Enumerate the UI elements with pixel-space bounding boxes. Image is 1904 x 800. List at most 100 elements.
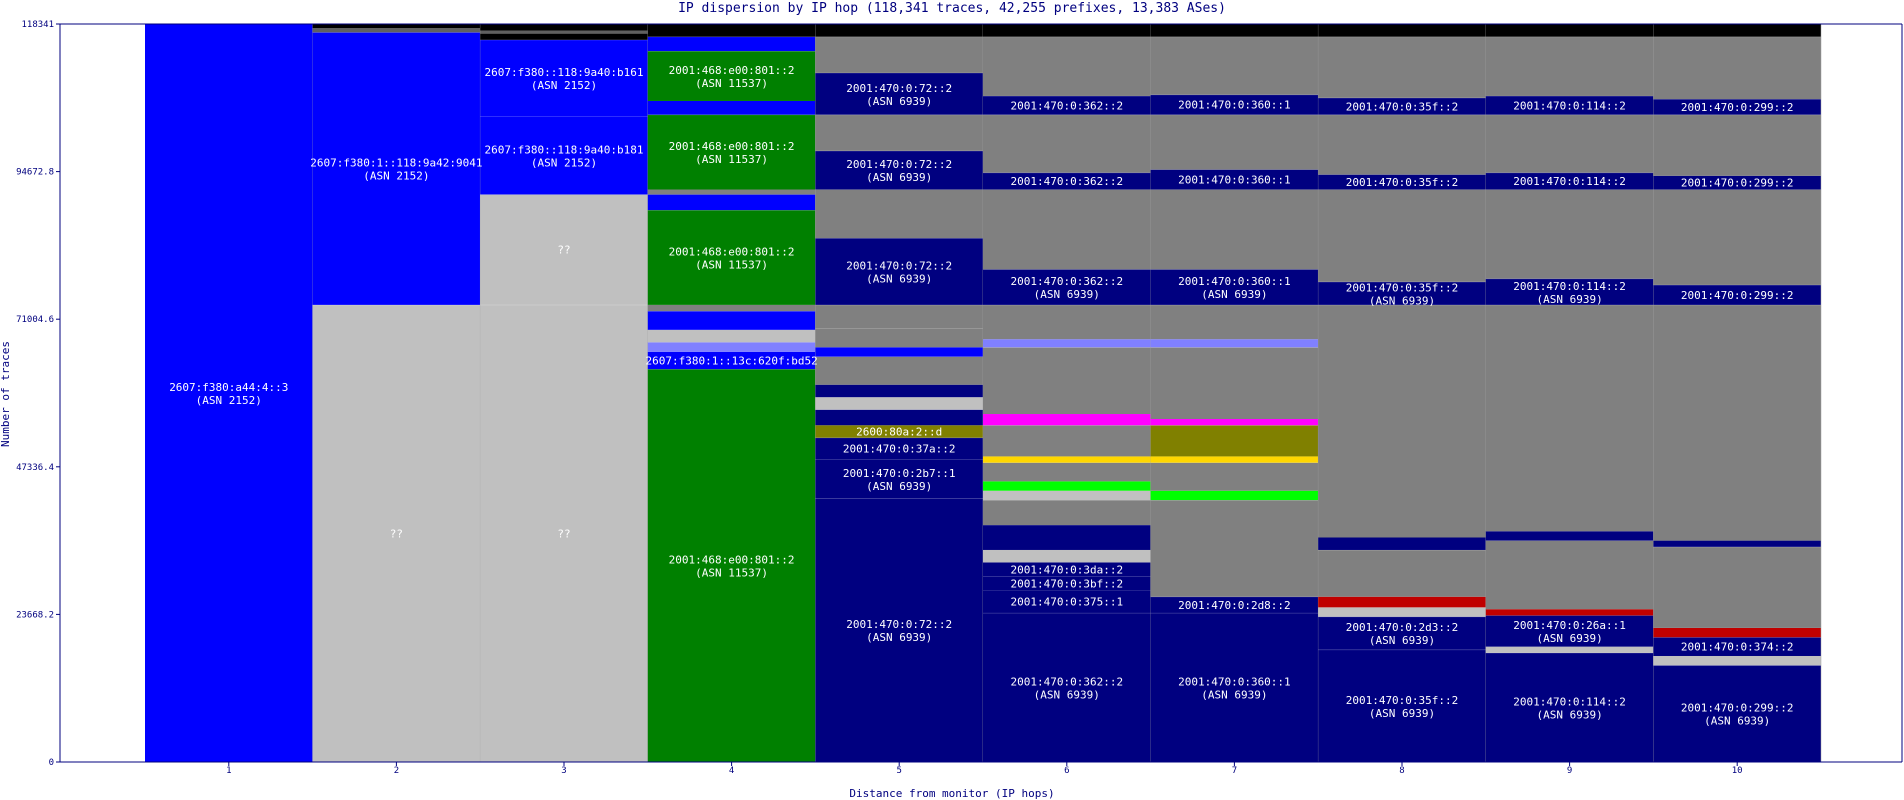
segment-label: 2001:470:0:114::2 (1513, 99, 1626, 112)
bar-hop-3 (480, 24, 649, 762)
bar-segment (815, 189, 983, 239)
ip-dispersion-chart: IP dispersion by IP hop (118,341 traces,… (0, 1, 1903, 800)
bar-segment (1318, 607, 1486, 617)
bar-segment (1318, 36, 1486, 98)
bar-segment (815, 36, 983, 73)
segment-label: 2001:470:0:362::2 (1011, 676, 1124, 689)
bar-segment (647, 342, 816, 352)
segment-asn-label: (ASN 6939) (1536, 632, 1602, 645)
bar-hop-8 (1318, 24, 1487, 762)
segment-asn-label: (ASN 6939) (1201, 689, 1267, 702)
bar-segment (983, 481, 1151, 491)
segment-label: 2607:f380:1::13c:620f:bd52 (646, 354, 818, 367)
segment-asn-label: (ASN 6939) (1034, 288, 1100, 301)
bar-segment (1318, 549, 1486, 597)
segment-label: 2607:f380::118:9a40:b181 (485, 144, 644, 157)
segment-asn-label: (ASN 11537) (695, 153, 768, 166)
segment-asn-label: (ASN 11537) (695, 77, 768, 90)
segment-label: 2001:470:0:114::2 (1513, 695, 1626, 708)
segment-label: 2001:470:0:360::1 (1178, 676, 1291, 689)
segment-label: 2001:470:0:375::1 (1011, 596, 1124, 609)
segment-label: 2001:470:0:3bf::2 (1011, 577, 1124, 590)
bar-segment (1653, 627, 1821, 638)
segment-label: 2001:470:0:299::2 (1681, 177, 1794, 190)
bar-segment (1485, 36, 1654, 96)
segment-asn-label: (ASN 2152) (196, 394, 262, 407)
segment-label: 2607:f380::118:9a40:b161 (485, 66, 644, 79)
bar-segment (1150, 24, 1319, 37)
bar-segment (1653, 540, 1821, 547)
chart-title: IP dispersion by IP hop (118,341 traces,… (678, 1, 1226, 16)
segment-label: 2001:470:0:35f::2 (1346, 281, 1459, 294)
segment-label: 2001:468:e00:801::2 (669, 554, 795, 567)
bar-segment (1485, 24, 1654, 37)
segment-label: 2001:470:0:35f::2 (1346, 694, 1459, 707)
bar-segment (647, 189, 816, 195)
bar-segment (1150, 500, 1319, 597)
bar-segment (1653, 189, 1821, 285)
bar-segment (983, 114, 1151, 173)
x-tick-label: 3 (561, 766, 566, 776)
segment-label: ?? (557, 244, 570, 257)
bar-segment (983, 339, 1151, 348)
segment-label: 2001:470:0:72::2 (846, 82, 952, 95)
bar-segment (647, 304, 816, 312)
bar-segment (1318, 189, 1486, 282)
segment-label: 2001:470:0:72::2 (846, 618, 952, 631)
segment-label: 2001:470:0:2d3::2 (1346, 621, 1459, 634)
bar-segment (1150, 114, 1319, 170)
segment-asn-label: (ASN 6939) (1369, 707, 1435, 720)
segment-label: 2607:f380:a44:4::3 (169, 381, 288, 394)
segment-label: 2001:468:e00:801::2 (669, 140, 795, 153)
segment-asn-label: (ASN 6939) (866, 273, 932, 286)
segment-label: 2001:470:0:2b7::1 (843, 467, 956, 480)
bar-segment (312, 24, 481, 28)
segment-label: 2001:470:0:299::2 (1681, 702, 1794, 715)
segment-label: 2001:470:0:3da::2 (1011, 563, 1124, 576)
segment-label: 2001:470:0:114::2 (1513, 175, 1626, 188)
bar-segment (983, 414, 1151, 426)
bar-segment (1653, 655, 1821, 666)
segment-label: 2001:470:0:26a::1 (1513, 619, 1626, 632)
bar-segment (983, 456, 1151, 463)
x-tick-label: 7 (1232, 766, 1237, 776)
segment-label: 2001:470:0:35f::2 (1346, 176, 1459, 189)
bar-segment (983, 36, 1151, 96)
bar-segment (1150, 189, 1319, 270)
segment-label: 2001:468:e00:801::2 (669, 246, 795, 259)
bar-segment (480, 33, 648, 40)
segment-label: 2001:470:0:37a::2 (843, 443, 956, 456)
segment-label: 2001:470:0:299::2 (1681, 101, 1794, 114)
bar-segment (1318, 596, 1486, 608)
segment-label: 2001:470:0:360::1 (1178, 99, 1291, 112)
bar-segment (647, 311, 816, 330)
bar-segment (1150, 304, 1319, 340)
segment-label: 2600:80a:2::d (856, 426, 942, 439)
bar-segment (1318, 24, 1486, 37)
x-tick-label: 1 (226, 766, 231, 776)
bar-segment (1150, 339, 1319, 348)
segment-asn-label: (ASN 2152) (531, 79, 597, 92)
bar-segment (815, 114, 983, 151)
segment-asn-label: (ASN 6939) (866, 480, 932, 493)
bar-segment (983, 24, 1151, 37)
segment-label: 2607:f380:1::118:9a42:9041 (310, 157, 482, 170)
bar-segment (815, 328, 983, 348)
bar-segment (983, 304, 1151, 340)
bar-segment (983, 189, 1151, 270)
bar-segment (815, 356, 983, 385)
bar-segment (1653, 546, 1821, 628)
y-tick-label: 71004.6 (16, 315, 54, 325)
bar-segment (1653, 36, 1821, 100)
y-tick-label: 118341 (21, 20, 54, 30)
bar-segment (815, 397, 983, 410)
bar-hop-7 (1150, 24, 1319, 762)
segment-label: 2001:470:0:374::2 (1681, 641, 1794, 654)
segment-label: 2001:470:0:362::2 (1011, 275, 1124, 288)
x-tick-label: 2 (394, 766, 399, 776)
segment-asn-label: (ASN 11537) (695, 567, 768, 580)
bar-segment (983, 347, 1151, 415)
bar-segment (1485, 304, 1654, 532)
y-tick-label: 23668.2 (16, 610, 54, 620)
segment-label: 2001:470:0:72::2 (846, 158, 952, 171)
